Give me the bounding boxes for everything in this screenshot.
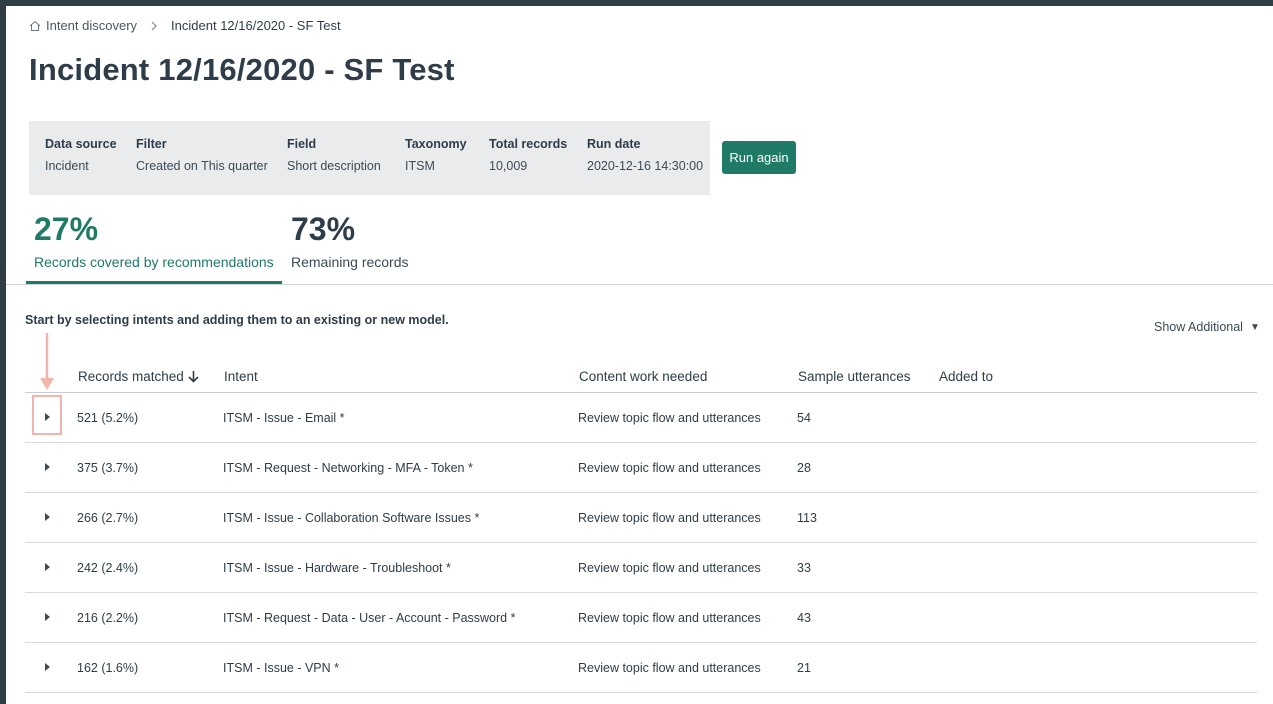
tab-divider — [6, 284, 1273, 285]
breadcrumb-home-link[interactable]: Intent discovery — [29, 18, 137, 33]
summary-total-records: Total records 10,009 — [489, 137, 567, 173]
summary-value: Created on This quarter — [136, 159, 268, 173]
summary-value: 10,009 — [489, 159, 528, 173]
tab-records-covered[interactable]: 27% Records covered by recommendations — [34, 213, 274, 270]
cell-content-work: Review topic flow and utterances — [578, 461, 761, 475]
summary-run-date: Run date 2020-12-16 14:30:00 — [587, 137, 703, 173]
cell-content-work: Review topic flow and utterances — [578, 511, 761, 525]
summary-field: Field Short description — [287, 137, 381, 173]
cell-intent: ITSM - Request - Data - User - Account -… — [223, 611, 516, 625]
cell-intent: ITSM - Issue - Collaboration Software Is… — [223, 511, 480, 525]
table-row[interactable]: 266 (2.7%) ITSM - Issue - Collaboration … — [25, 493, 1257, 543]
summary-filter: Filter Created on This quarter — [136, 137, 268, 173]
breadcrumb-home-label: Intent discovery — [46, 18, 138, 33]
cell-intent: ITSM - Issue - Email * — [223, 411, 345, 425]
table-row[interactable]: 521 (5.2%) ITSM - Issue - Email * Review… — [25, 393, 1257, 443]
column-header-records-matched[interactable]: Records matched — [78, 369, 199, 384]
cell-sample-utterances: 28 — [797, 461, 811, 475]
cell-content-work: Review topic flow and utterances — [578, 611, 761, 625]
row-divider — [25, 692, 1257, 693]
caret-right-icon[interactable] — [39, 659, 55, 675]
cell-intent: ITSM - Request - Networking - MFA - Toke… — [223, 461, 473, 475]
column-header-added-to[interactable]: Added to — [939, 369, 993, 384]
caret-down-icon: ▼ — [1249, 321, 1260, 333]
table-row[interactable]: 375 (3.7%) ITSM - Request - Networking -… — [25, 443, 1257, 493]
summary-label: Filter — [136, 137, 167, 151]
table-row[interactable]: 216 (2.2%) ITSM - Request - Data - User … — [25, 593, 1257, 643]
cell-sample-utterances: 43 — [797, 611, 811, 625]
summary-value: 2020-12-16 14:30:00 — [587, 159, 704, 173]
cell-records-matched: 375 (3.7%) — [77, 461, 139, 475]
home-icon — [29, 20, 41, 31]
instruction-text: Start by selecting intents and adding th… — [25, 313, 449, 327]
window-top-border — [0, 0, 1273, 6]
annotation-arrow-icon — [40, 333, 54, 390]
cell-sample-utterances: 21 — [797, 661, 811, 675]
arrow-down-icon — [188, 371, 199, 383]
cell-intent: ITSM - Issue - VPN * — [223, 661, 339, 675]
cell-content-work: Review topic flow and utterances — [578, 661, 761, 675]
summary-value: ITSM — [405, 159, 435, 173]
stat-label: Remaining records — [291, 254, 409, 270]
cell-sample-utterances: 33 — [797, 561, 811, 575]
cell-records-matched: 162 (1.6%) — [77, 661, 139, 675]
cell-records-matched: 242 (2.4%) — [77, 561, 139, 575]
cell-sample-utterances: 113 — [797, 511, 817, 525]
cell-records-matched: 216 (2.2%) — [77, 611, 139, 625]
show-additional-dropdown[interactable]: Show Additional ▼ — [1154, 320, 1260, 334]
summary-value: Short description — [287, 159, 381, 173]
column-header-intent[interactable]: Intent — [224, 369, 258, 384]
cell-intent: ITSM - Issue - Hardware - Troubleshoot * — [223, 561, 451, 575]
column-header-content-work[interactable]: Content work needed — [579, 369, 707, 384]
caret-right-icon[interactable] — [39, 609, 55, 625]
table-row[interactable]: 162 (1.6%) ITSM - Issue - VPN * Review t… — [25, 643, 1257, 693]
caret-right-icon[interactable] — [39, 459, 55, 475]
show-additional-label: Show Additional — [1154, 320, 1243, 334]
summary-label: Run date — [587, 137, 641, 151]
summary-label: Taxonomy — [405, 137, 467, 151]
caret-right-icon[interactable] — [39, 559, 55, 575]
table-row[interactable]: 242 (2.4%) ITSM - Issue - Hardware - Tro… — [25, 543, 1257, 593]
column-header-label: Records matched — [78, 369, 184, 384]
stat-percent: 73% — [291, 211, 356, 247]
chevron-right-icon — [150, 21, 158, 31]
breadcrumb: Intent discovery Incident 12/16/2020 - S… — [29, 18, 341, 33]
caret-right-icon[interactable] — [39, 509, 55, 525]
summary-label: Total records — [489, 137, 568, 151]
tab-remaining-records[interactable]: 73% Remaining records — [291, 213, 409, 270]
cell-content-work: Review topic flow and utterances — [578, 411, 761, 425]
summary-taxonomy: Taxonomy ITSM — [405, 137, 467, 173]
stat-label: Records covered by recommendations — [34, 254, 274, 270]
cell-records-matched: 266 (2.7%) — [77, 511, 139, 525]
window-left-border — [0, 0, 6, 704]
cell-records-matched: 521 (5.2%) — [77, 411, 139, 425]
summary-data-source: Data source Incident — [45, 137, 117, 173]
breadcrumb-current: Incident 12/16/2020 - SF Test — [171, 18, 341, 33]
annotation-highlight-box — [32, 395, 62, 435]
summary-label: Data source — [45, 137, 117, 151]
page-title: Incident 12/16/2020 - SF Test — [29, 52, 455, 87]
run-again-button[interactable]: Run again — [722, 141, 796, 174]
cell-sample-utterances: 54 — [797, 411, 811, 425]
stat-percent: 27% — [34, 211, 99, 247]
run-summary-panel: Data source Incident Filter Created on T… — [29, 121, 710, 195]
summary-label: Field — [287, 137, 317, 151]
column-header-sample-utterances[interactable]: Sample utterances — [798, 369, 911, 384]
cell-content-work: Review topic flow and utterances — [578, 561, 761, 575]
summary-value: Incident — [45, 159, 89, 173]
